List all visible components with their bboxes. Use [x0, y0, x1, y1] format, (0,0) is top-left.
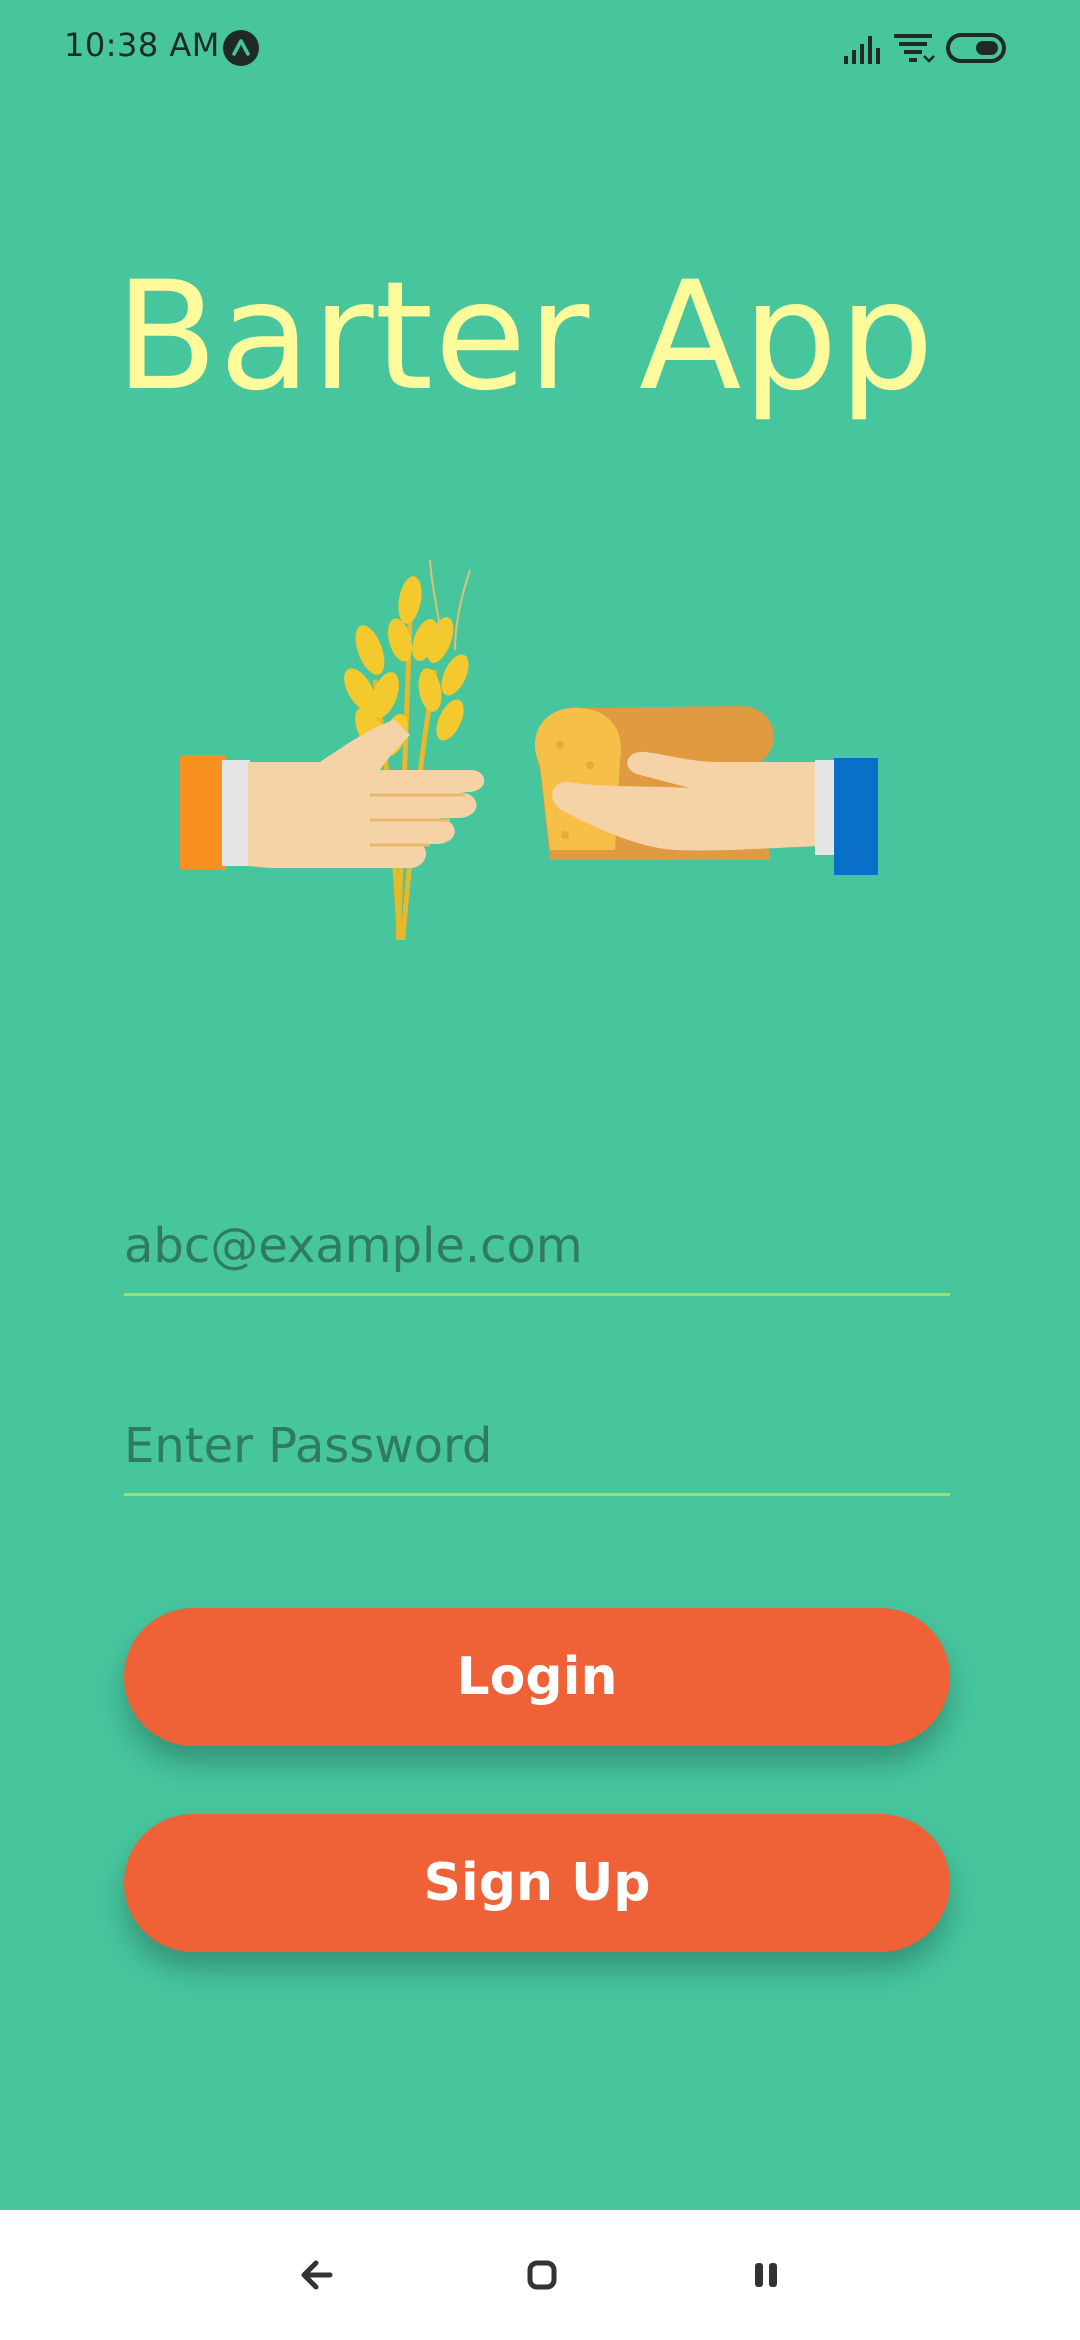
hand-with-bread-icon [534, 706, 878, 875]
signup-button-label: Sign Up [423, 1853, 651, 1913]
system-nav-bar [0, 2210, 1080, 2340]
email-input[interactable] [124, 1208, 950, 1296]
login-button-label: Login [456, 1647, 618, 1707]
hand-with-wheat-icon [180, 559, 485, 940]
barter-illustration [180, 559, 878, 940]
app-title: Barter App [115, 250, 935, 424]
login-button[interactable]: Login [124, 1608, 950, 1746]
back-icon[interactable] [296, 2255, 336, 2295]
app-notification-icon [223, 30, 259, 66]
password-input[interactable] [124, 1408, 950, 1496]
recents-icon[interactable] [746, 2255, 786, 2295]
wifi-icon [894, 34, 935, 63]
signal-icon [844, 36, 880, 64]
status-time: 10:38 AM [64, 26, 220, 64]
home-icon[interactable] [522, 2255, 562, 2295]
signup-button[interactable]: Sign Up [124, 1814, 950, 1952]
battery-toggle-icon [946, 33, 1006, 63]
status-bar: 10:38 AM [0, 0, 1080, 96]
status-icons [842, 30, 1022, 66]
